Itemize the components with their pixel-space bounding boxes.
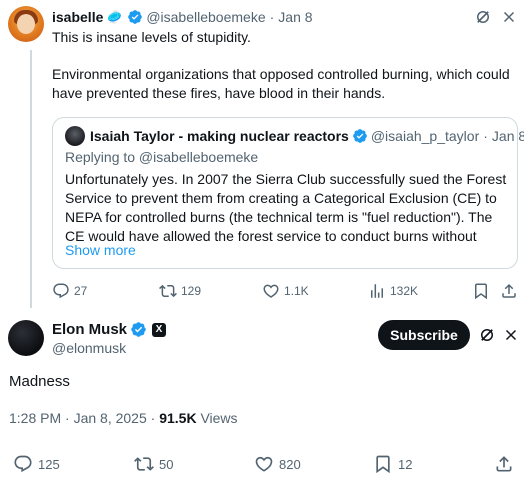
share-icon <box>496 456 512 472</box>
verified-badge-icon <box>128 10 143 24</box>
tweet-text-line: have prevented these fires, have blood i… <box>52 85 386 101</box>
share-button[interactable] <box>500 282 522 300</box>
reply-button[interactable]: 125 <box>13 454 60 474</box>
share-icon <box>502 283 516 298</box>
bookmark-button[interactable]: 12 <box>373 454 412 474</box>
reply-count: 125 <box>38 456 60 472</box>
tweet-text-line: This is insane levels of stupidity. <box>52 29 251 45</box>
reply-icon <box>53 283 69 299</box>
close-icon[interactable] <box>502 326 520 344</box>
thread-connector-line <box>30 50 32 308</box>
tweet-meta: 1:28 PM · Jan 8, 2025 · 91.5K Views <box>9 410 238 426</box>
share-button[interactable] <box>494 454 519 474</box>
avatar[interactable] <box>8 320 44 356</box>
repost-icon <box>159 284 177 298</box>
verified-badge-icon <box>131 322 146 337</box>
handle[interactable]: @isabelleboemeke <box>146 9 265 25</box>
separator: · <box>269 9 275 25</box>
reply-icon <box>14 455 32 473</box>
reply-text: Madness <box>9 373 70 390</box>
bookmark-icon <box>475 283 487 300</box>
quoted-body-line: Service to prevent them from creating a … <box>65 190 497 206</box>
repost-count: 129 <box>181 284 202 298</box>
analytics-icon <box>371 284 383 298</box>
heart-icon <box>255 456 273 472</box>
views-label: Views <box>196 410 238 426</box>
quoted-timestamp[interactable]: Jan 8 <box>492 128 524 144</box>
tweet-header: isabelle 🥏 @isabelleboemeke · Jan 8 <box>52 8 313 26</box>
grok-icon[interactable] <box>474 8 492 26</box>
like-button[interactable]: 1.1K <box>262 282 309 300</box>
views-button[interactable]: 132K <box>368 282 418 300</box>
reply-button[interactable]: 27 <box>52 282 87 300</box>
separator: · <box>483 128 488 144</box>
handle[interactable]: @elonmusk <box>52 340 166 356</box>
display-name[interactable]: isabelle <box>52 9 103 25</box>
quoted-avatar[interactable] <box>65 126 85 146</box>
replying-to: Replying to @isabelleboemeke <box>65 149 259 165</box>
grok-icon[interactable] <box>478 326 496 344</box>
close-icon[interactable] <box>500 8 518 26</box>
reply-actions: 125 50 820 12 <box>0 454 524 474</box>
tweet-text-line: Environmental organizations that opposed… <box>52 66 510 82</box>
repost-count: 50 <box>159 456 174 472</box>
display-name[interactable]: Elon Musk <box>52 321 127 338</box>
bookmark-icon <box>376 455 390 474</box>
like-count: 1.1K <box>284 284 309 298</box>
timestamp[interactable]: Jan 8 <box>278 9 312 25</box>
bookmark-button[interactable] <box>472 282 494 300</box>
quoted-body: Unfortunately yes. In 2007 the Sierra Cl… <box>65 170 509 246</box>
reply-count: 27 <box>74 284 88 298</box>
quoted-body-line: Unfortunately yes. In 2007 the Sierra Cl… <box>65 171 507 187</box>
frisbee-emoji-icon: 🥏 <box>107 10 123 24</box>
repost-button[interactable]: 129 <box>159 282 201 300</box>
quoted-handle[interactable]: @isaiah_p_taylor <box>371 128 479 144</box>
quoted-tweet-header: Isaiah Taylor - making nuclear reactors … <box>65 126 524 146</box>
repost-button[interactable]: 50 <box>134 454 173 474</box>
timestamp[interactable]: 1:28 PM · Jan 8, 2025 · <box>9 410 159 426</box>
show-more-link[interactable]: Show more <box>65 242 136 258</box>
verified-badge-icon <box>353 129 367 143</box>
like-count: 820 <box>279 456 301 472</box>
quoted-body-line: NEPA for controlled burns (the technical… <box>65 209 493 225</box>
repost-icon <box>134 457 154 471</box>
like-button[interactable]: 820 <box>254 454 301 474</box>
bookmark-count: 12 <box>398 456 413 472</box>
x-affiliation-badge-icon: X <box>152 322 167 337</box>
reply-author: Elon Musk X @elonmusk <box>52 321 167 356</box>
views-count: 132K <box>390 284 419 298</box>
tweet-actions: 27 129 1.1K 132K <box>52 282 518 302</box>
views-count: 91.5K <box>159 410 197 426</box>
quoted-display-name[interactable]: Isaiah Taylor - making nuclear reactors <box>90 128 349 144</box>
heart-icon <box>263 284 279 298</box>
avatar[interactable] <box>8 6 44 42</box>
quoted-tweet-card[interactable]: Isaiah Taylor - making nuclear reactors … <box>52 117 524 269</box>
subscribe-button[interactable]: Subscribe <box>378 320 470 350</box>
